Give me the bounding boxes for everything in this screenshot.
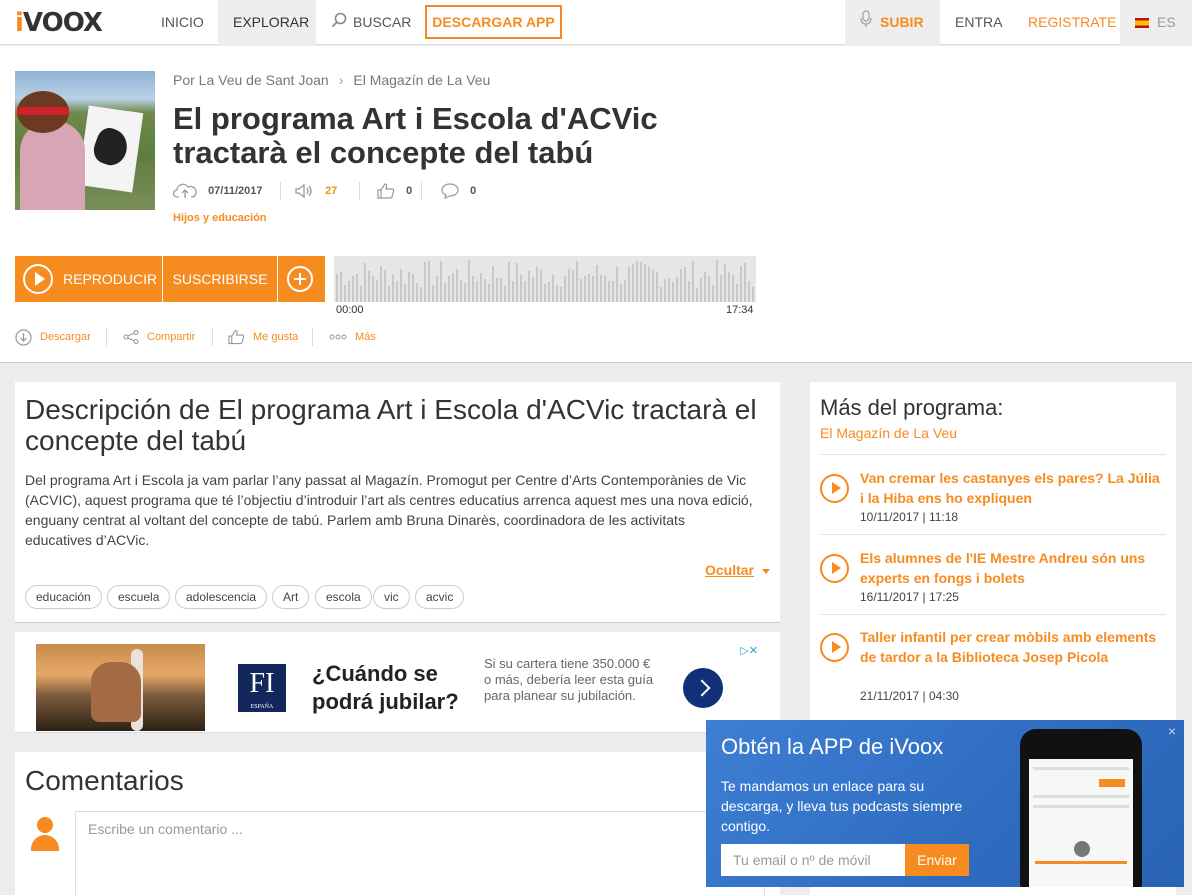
description-heading: Descripción de El programa Art i Escola …: [25, 394, 757, 456]
ad-arrow-button[interactable]: [683, 668, 723, 708]
language-selector[interactable]: ES: [1120, 0, 1192, 71]
like-label: Me gusta: [253, 331, 299, 343]
list-item-title[interactable]: Taller infantil per crear mòbils amb ele…: [860, 627, 1160, 667]
more-label: Más: [355, 331, 376, 343]
hide-label: Ocultar: [704, 562, 754, 578]
download-app-button[interactable]: DESCARGAR APP: [425, 5, 562, 39]
tag[interactable]: educación: [25, 585, 102, 609]
tag[interactable]: Art: [272, 585, 310, 609]
nav-explorar[interactable]: EXPLORAR: [218, 0, 316, 45]
list-item-date: 10/11/2017 | 11:18: [860, 510, 959, 524]
close-icon[interactable]: ×: [1164, 724, 1180, 740]
plays-text: 27: [325, 185, 338, 197]
thumbs-up-icon: [377, 183, 395, 199]
spain-flag-icon: [1135, 18, 1149, 29]
likes-text: 0: [406, 185, 413, 197]
comment-count: 0: [441, 182, 476, 200]
download-action[interactable]: Descargar: [15, 328, 91, 346]
episode-thumbnail: [15, 71, 155, 210]
language-label: ES: [1157, 14, 1176, 30]
download-icon: [15, 328, 32, 346]
more-dots-icon: [329, 334, 347, 340]
comments-text: 0: [470, 185, 477, 197]
time-end: 17:34: [726, 304, 754, 316]
time-start: 00:00: [336, 304, 364, 316]
phone-mockup-image: [1020, 729, 1142, 887]
plus-icon: [287, 266, 313, 292]
nav-inicio[interactable]: INICIO: [146, 0, 219, 45]
hide-description-link[interactable]: Ocultar: [705, 562, 770, 578]
popup-text: Te mandamos un enlace para su descarga, …: [721, 778, 963, 834]
top-navbar: iVOOX INICIO EXPLORAR BUSCAR DESCARGAR A…: [0, 0, 1192, 71]
play-button[interactable]: REPRODUCIR: [15, 256, 162, 302]
download-label: Descargar: [40, 331, 91, 343]
nav-buscar[interactable]: BUSCAR: [316, 0, 426, 45]
advertisement[interactable]: FI ESPAÑA ¿Cuándo se podrá jubilar? Si su…: [15, 632, 780, 733]
date-text: 07/11/2017: [208, 185, 263, 197]
nav-subir-label: SUBIR: [880, 14, 924, 30]
share-action[interactable]: Compartir: [123, 328, 195, 346]
category-link[interactable]: Hijos y educación: [173, 212, 267, 224]
list-item-title[interactable]: Van cremar les castanyes els pares? La J…: [860, 468, 1160, 508]
nav-subir[interactable]: SUBIR: [845, 0, 940, 45]
breadcrumb-program[interactable]: El Magazín de La Veu: [353, 72, 490, 88]
tag[interactable]: vic: [373, 585, 410, 609]
email-phone-field[interactable]: [721, 844, 905, 876]
play-icon[interactable]: [820, 554, 849, 583]
sidebar-program-link[interactable]: El Magazín de La Veu: [820, 425, 957, 441]
add-to-list-button[interactable]: [278, 256, 325, 302]
nav-registrate[interactable]: REGISTRATE: [1013, 0, 1131, 45]
tag[interactable]: adolescencia: [175, 585, 268, 609]
play-icon[interactable]: [820, 633, 849, 662]
speaker-icon: [295, 183, 312, 199]
episode-title: El programa Art i Escola d'ACVic tractar…: [173, 101, 658, 170]
subscribe-button[interactable]: SUSCRIBIRSE: [163, 256, 277, 302]
breadcrumb: Por La Veu de Sant Joan › El Magazín de La…: [173, 72, 490, 88]
audio-waveform[interactable]: [334, 256, 756, 302]
comment-input[interactable]: [75, 811, 765, 895]
microphone-icon: [860, 1, 872, 46]
play-count: 27: [294, 182, 337, 200]
send-button[interactable]: Enviar: [905, 844, 969, 876]
avatar: [29, 817, 61, 851]
tag[interactable]: escuela: [107, 585, 171, 609]
popup-title: Obtén la APP de iVoox: [721, 734, 944, 759]
adchoices-icon[interactable]: ▷✕: [740, 644, 758, 657]
search-icon: [331, 1, 347, 46]
play-icon: [23, 264, 53, 294]
comments-section: Comentarios: [15, 752, 780, 895]
cloud-upload-icon: [172, 183, 197, 199]
tag[interactable]: escola: [315, 585, 372, 609]
like-count: 0: [377, 182, 412, 200]
description-text: Del programa Art i Escola ja vam parlar …: [25, 472, 753, 548]
ivoox-logo[interactable]: iVOOX: [15, 8, 103, 38]
chevron-down-icon: [762, 568, 770, 574]
app-promo-popup: × Obtén la APP de iVoox Te mandamos un e…: [706, 720, 1184, 887]
breadcrumb-owner[interactable]: Por La Veu de Sant Joan: [173, 72, 329, 88]
episode-header: Por La Veu de Sant Joan › El Magazín de La…: [0, 46, 1192, 363]
ad-image: [36, 644, 205, 731]
share-icon: [123, 330, 139, 345]
chevron-right-icon: ›: [338, 72, 344, 88]
more-action[interactable]: Más: [329, 328, 376, 346]
nav-buscar-label: BUSCAR: [353, 14, 412, 30]
list-item-date: 16/11/2017 | 17:25: [860, 590, 959, 604]
tag[interactable]: acvic: [415, 585, 465, 609]
description-panel: Descripción de El programa Art i Escola …: [15, 382, 780, 623]
ad-headline: ¿Cuándo se podrá jubilar?: [312, 661, 459, 714]
share-label: Compartir: [147, 331, 196, 343]
nav-entra[interactable]: ENTRA: [940, 0, 1017, 45]
comments-heading: Comentarios: [25, 765, 184, 796]
upload-date: 07/11/2017: [172, 182, 263, 200]
comment-icon: [441, 183, 459, 200]
like-action[interactable]: Me gusta: [228, 328, 298, 346]
sidebar-heading: Más del programa:: [820, 395, 1004, 420]
ad-body: Si su cartera tiene 350.000 € o más, deb…: [484, 656, 654, 703]
play-label: REPRODUCIR: [63, 271, 158, 287]
thumbs-up-icon: [228, 329, 245, 345]
list-item-date: 21/11/2017 | 04:30: [860, 689, 959, 703]
play-icon[interactable]: [820, 474, 849, 503]
list-item-title[interactable]: Els alumnes de l'IE Mestre Andreu són un…: [860, 548, 1160, 588]
ad-logo: FI ESPAÑA: [238, 664, 286, 712]
